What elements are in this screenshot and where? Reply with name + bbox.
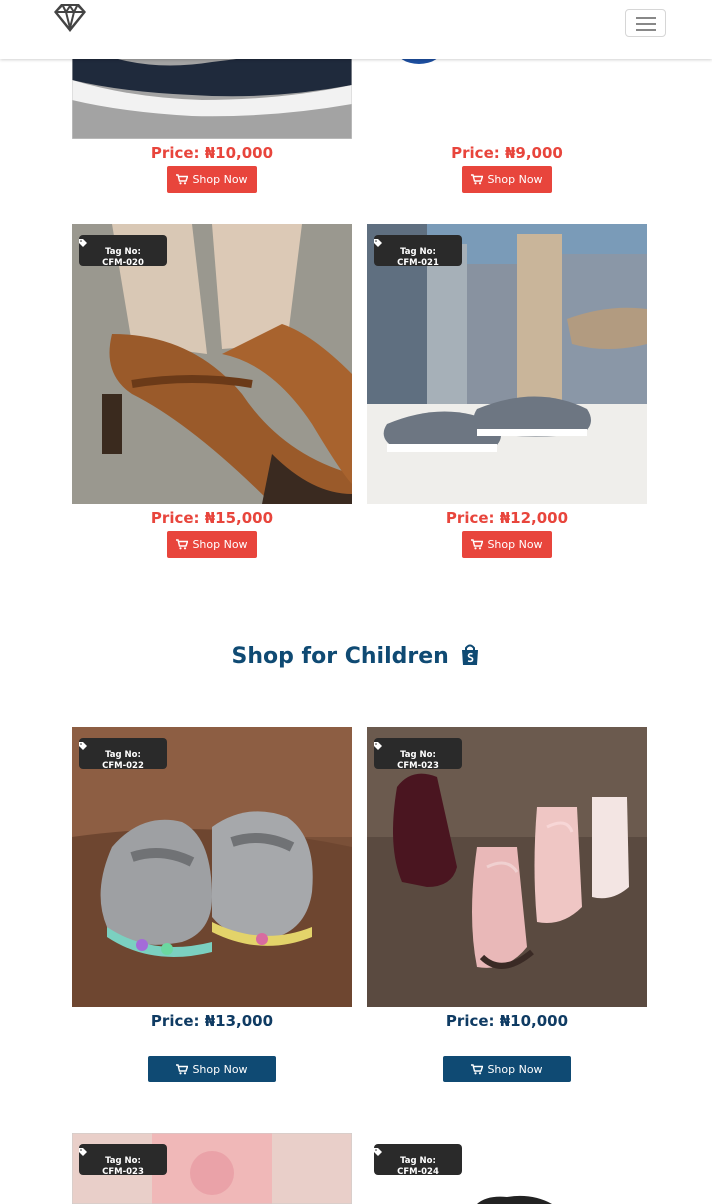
tag-number-badge: Tag No: CFM-021 — [374, 235, 462, 268]
product-price: Price: ₦9,000 — [451, 144, 563, 162]
shopping-cart-icon — [176, 174, 189, 185]
tag-icon — [79, 239, 87, 247]
tag-icon — [374, 1148, 382, 1156]
shopping-cart-icon — [176, 1063, 189, 1074]
product-image[interactable]: Tag No: CFM-021 — [367, 224, 647, 504]
product-price: Price: ₦10,000 — [150, 144, 274, 162]
shop-now-button[interactable]: Shop Now — [462, 166, 552, 193]
shop-now-button[interactable]: Shop Now — [443, 1056, 571, 1082]
tag-icon — [374, 239, 382, 247]
product-image[interactable]: Tag No: CFM-023 — [367, 727, 647, 1007]
shopping-cart-icon — [471, 539, 484, 550]
hamburger-icon — [636, 17, 656, 19]
product-price: Price: ₦15,000 — [150, 509, 274, 527]
product-image[interactable]: Tag No: CFM-024 — [367, 1133, 647, 1204]
tag-number-badge: Tag No: CFM-020 — [79, 235, 167, 268]
tag-number-badge: Tag No: CFM-022 — [79, 738, 167, 771]
product-price: Price: ₦13,000 — [150, 1012, 274, 1030]
product-image[interactable]: Tag No: CFM-023 — [72, 1133, 352, 1204]
shopping-cart-icon — [176, 539, 189, 550]
tag-number-badge: Tag No: CFM-023 — [79, 1144, 167, 1177]
product-image[interactable]: Tag No: CFM-020 — [72, 224, 352, 504]
product-price: Price: ₦10,000 — [445, 1012, 569, 1030]
tag-number-badge: Tag No: CFM-023 — [374, 738, 462, 771]
shop-now-button[interactable]: Shop Now — [148, 1056, 276, 1082]
tag-icon — [79, 742, 87, 750]
tag-number-badge: Tag No: CFM-024 — [374, 1144, 462, 1177]
hamburger-menu-button[interactable] — [625, 9, 666, 37]
shop-now-button[interactable]: Shop Now — [462, 531, 552, 558]
shopping-cart-icon — [471, 1063, 484, 1074]
tag-icon — [374, 742, 382, 750]
shop-now-button[interactable]: Shop Now — [167, 166, 257, 193]
navbar — [0, 0, 712, 59]
shopping-bag-icon — [462, 644, 479, 665]
diamond-logo[interactable] — [52, 2, 88, 34]
section-title: Shop for Children — [0, 644, 712, 669]
shopping-cart-icon — [471, 174, 484, 185]
product-price: Price: ₦12,000 — [445, 509, 569, 527]
tag-icon — [79, 1148, 87, 1156]
shop-now-button[interactable]: Shop Now — [167, 531, 257, 558]
product-image[interactable]: Tag No: CFM-022 — [72, 727, 352, 1007]
